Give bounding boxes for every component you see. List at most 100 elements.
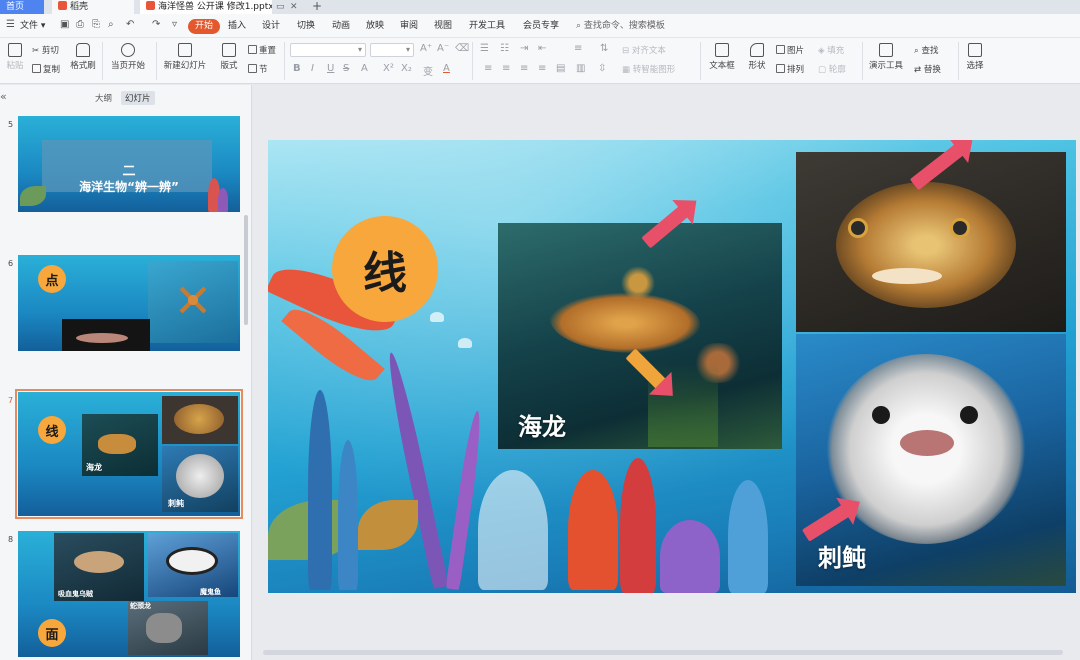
fill-button[interactable]: ◈ 填充 [818, 44, 844, 56]
porcupinefish-photo[interactable]: 刺鲀 [796, 334, 1066, 586]
highlight-button[interactable]: A [443, 63, 450, 74]
reset-button[interactable]: 重置 [248, 44, 276, 56]
underline-button[interactable]: U [327, 63, 334, 74]
format-painter-button[interactable]: 格式刷 [70, 43, 96, 71]
font-family-select[interactable] [290, 43, 366, 57]
slide-number: 8 [8, 535, 14, 544]
align-left-icon[interactable]: ≡ [484, 63, 492, 74]
subscript-button[interactable]: X₂ [401, 63, 412, 74]
presentation-tools-label: 演示工具 [868, 61, 903, 71]
grow-font-icon[interactable]: A⁺ [420, 43, 432, 54]
superscript-button[interactable]: X² [383, 63, 394, 74]
numbering-icon[interactable]: ☷ [500, 43, 509, 54]
section-button[interactable]: 节 [248, 63, 268, 75]
redo-icon[interactable]: ↷ [152, 19, 160, 30]
porcupinefish-mouth [900, 430, 954, 456]
tab-docer[interactable]: 稻壳 [52, 0, 134, 14]
presentation-tools-button[interactable]: 演示工具 [866, 43, 906, 71]
spacing-icon[interactable]: ⇳ [598, 63, 606, 74]
copy-button[interactable]: 复制 [32, 63, 60, 75]
tab-home[interactable]: 首页 [0, 0, 44, 14]
section-icon [248, 64, 257, 73]
close-tab-icon[interactable]: ✕ [290, 0, 298, 14]
print-preview-icon[interactable]: ⌕ [108, 19, 114, 30]
menu-animation[interactable]: 动画 [332, 19, 350, 34]
print-icon[interactable]: ⎘ [92, 19, 100, 30]
font-size-select[interactable] [370, 43, 414, 57]
slideshow-current-label: 当页开始 [110, 61, 145, 71]
pufferfish-body [836, 182, 1016, 308]
italic-button[interactable]: I [311, 63, 314, 74]
current-slide[interactable]: 线 海龙 刺鲀 [268, 140, 1076, 593]
menu-review[interactable]: 审阅 [400, 19, 418, 34]
distribute-icon[interactable]: ▤ [556, 63, 565, 74]
tab-slides[interactable]: 幻灯片 [121, 91, 155, 105]
outdent-icon[interactable]: ⇤ [538, 43, 546, 54]
select-label: 选择 [966, 61, 984, 71]
horizontal-scrollbar[interactable] [263, 650, 1063, 655]
menu-slideshow[interactable]: 放映 [366, 19, 384, 34]
seadragon-label[interactable]: 海龙 [518, 407, 566, 442]
customize-icon[interactable]: ▿ [172, 19, 177, 30]
align-right-icon[interactable]: ≡ [520, 63, 528, 74]
columns-icon[interactable]: ▥ [576, 63, 585, 74]
align-center-icon[interactable]: ≡ [502, 63, 510, 74]
convert-smartart-button[interactable]: ▦ 转智能图形 [622, 63, 675, 75]
section-label: 节 [259, 65, 268, 75]
red-coral-decoration [568, 470, 618, 590]
menu-developer[interactable]: 开发工具 [469, 19, 505, 34]
menu-insert[interactable]: 插入 [228, 19, 246, 34]
menu-start[interactable]: 开始 [188, 19, 221, 34]
porcupinefish-eye [960, 406, 978, 424]
tab-document[interactable]: 海洋怪兽 公开课 修改1.pptx [140, 0, 272, 14]
tab-outline[interactable]: 大纲 [95, 92, 112, 104]
command-search[interactable]: ⌕ 查找命令、搜索模板 [576, 19, 665, 34]
font-color-icon[interactable]: 变 [423, 63, 433, 78]
shrink-font-icon[interactable]: A⁻ [437, 43, 449, 54]
slideshow-current-button[interactable]: 当页开始 [108, 43, 148, 71]
picture-button[interactable]: 图片 [776, 44, 804, 56]
undo-icon[interactable]: ↶ [126, 19, 134, 30]
slide-thumbnail-7[interactable]: 线 海龙 刺鲀 [15, 389, 243, 519]
text-direction-icon[interactable]: ⇅ [600, 43, 608, 54]
clear-format-icon[interactable]: ⌫ [455, 43, 469, 54]
porcupinefish-label[interactable]: 刺鲀 [818, 538, 866, 573]
outline-button[interactable]: ▢ 轮廓 [818, 63, 846, 75]
topic-badge[interactable]: 线 [332, 216, 438, 322]
menu-transition[interactable]: 切换 [297, 19, 315, 34]
menu-view[interactable]: 视图 [434, 19, 452, 34]
menu-file[interactable]: 文件 ▾ [20, 19, 45, 34]
new-tab-button[interactable]: + [312, 0, 322, 13]
seadragon-photo[interactable]: 海龙 [498, 223, 782, 449]
save-icon[interactable]: ▣ [60, 19, 69, 30]
slide-thumbnail-6[interactable]: 点 [18, 255, 240, 351]
find-button[interactable]: ⌕ 查找 [914, 44, 938, 56]
slide-thumbnail-5[interactable]: 二 海洋生物“辨一辨” [18, 116, 240, 212]
red-coral-decoration [620, 458, 656, 593]
hamburger-icon[interactable]: ☰ [6, 19, 15, 30]
paste-button[interactable]: 粘贴 [4, 43, 26, 71]
replace-button[interactable]: ⇄ 替换 [914, 63, 941, 75]
shape-button[interactable]: 形状 [744, 43, 770, 71]
slide-thumbnail-8[interactable]: 吸血鬼乌贼 魔鬼鱼 蛇颈龙 面 [18, 531, 240, 657]
cut-button[interactable]: ✂ 剪切 [32, 44, 59, 56]
select-button[interactable]: 选择 [962, 43, 988, 71]
strikethrough-button[interactable]: S [343, 63, 349, 74]
align-text-button[interactable]: ⊟ 对齐文本 [622, 44, 666, 56]
bold-button[interactable]: B [293, 63, 301, 74]
bullets-icon[interactable]: ☰ [480, 43, 489, 54]
menu-design[interactable]: 设计 [262, 19, 280, 34]
menu-member[interactable]: 会员专享 [523, 19, 559, 34]
export-icon[interactable]: ⎙ [76, 19, 84, 30]
indent-icon[interactable]: ⇥ [520, 43, 528, 54]
collapse-pane-icon[interactable]: « [0, 90, 7, 103]
layout-button[interactable]: 版式 [218, 43, 240, 71]
line-spacing-icon[interactable]: ≡ [574, 43, 582, 54]
pin-icon[interactable]: ▭ [276, 0, 285, 14]
textbox-button[interactable]: 文本框 [706, 43, 738, 71]
new-slide-button[interactable]: 新建幻灯片 [162, 43, 208, 71]
text-effect-button[interactable]: A [361, 63, 368, 74]
justify-icon[interactable]: ≡ [538, 63, 546, 74]
arrange-button[interactable]: 排列 [776, 63, 804, 75]
thumbnail-scrollbar[interactable] [244, 215, 248, 325]
